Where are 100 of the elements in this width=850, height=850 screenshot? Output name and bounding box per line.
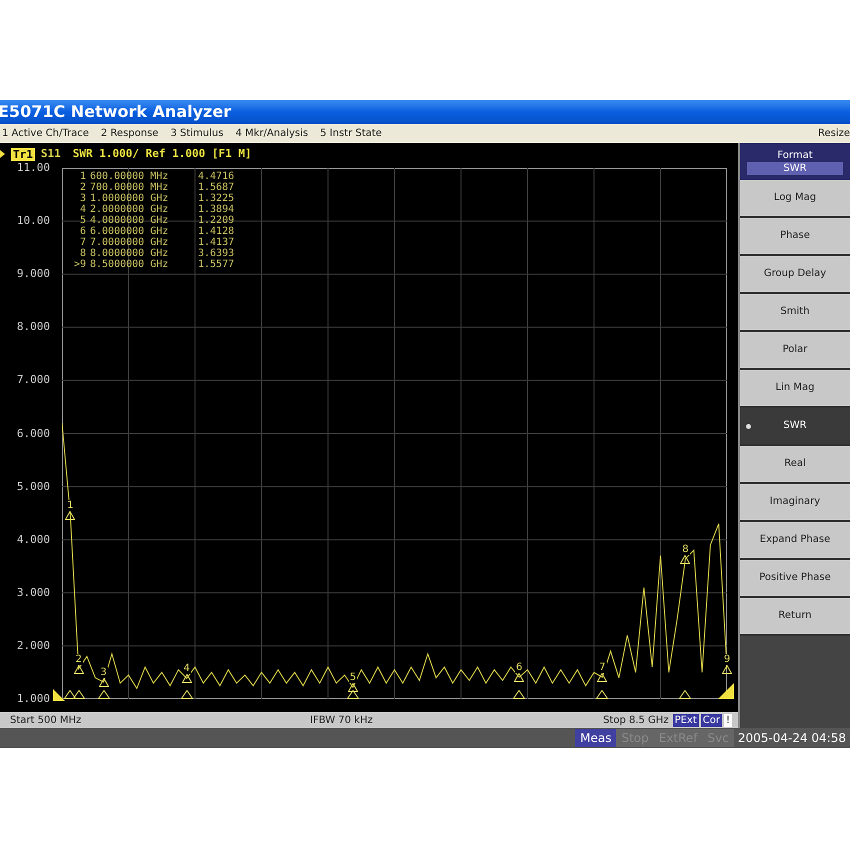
softkey-label: Polar [782,343,808,357]
marker-stimulus: 8.5000000 GHz [90,259,170,270]
y-axis-label: 5.000 [16,480,50,493]
trace-parameter: S11 [40,146,61,162]
active-trace-arrow-icon [0,150,5,158]
marker-stimulus: 1.0000000 GHz [90,193,170,204]
softkey-label: Group Delay [764,267,826,281]
marker-stimulus: 2.0000000 GHz [90,204,170,215]
softkey-label: Real [784,457,806,471]
marker-value: 4.4716 [198,171,234,182]
marker-icon [182,674,192,684]
instrument-status-item: Meas [575,729,616,747]
softkey-label: Smith [780,305,810,319]
y-axis-label: 6.000 [16,428,50,440]
stimulus-marker-icon [98,690,110,699]
marker-number: 7 [598,662,606,674]
y-axis-label: 8.000 [16,321,50,334]
marker-icon [597,673,608,682]
menu-item[interactable]: 1 Active Ch/Trace [2,126,89,141]
stimulus-marker-icon [180,690,193,699]
softkey-button[interactable]: Lin Mag [740,370,850,408]
marker-number: 2 [74,654,83,665]
softkey-button[interactable]: Phase [740,218,850,256]
menu-item[interactable]: 3 Stimulus [170,126,224,141]
marker-stimulus: 700.00000 MHz [90,182,170,193]
marker-index: 6 [78,226,87,237]
marker-value: 1.4137 [198,237,234,248]
marker-stimulus: 7.0000000 GHz [90,237,170,248]
marker-index: 2 [78,182,87,193]
softkey-label: Imaginary [770,495,820,509]
softkey-button[interactable]: Return [740,598,850,636]
y-axis-label: 3.000 [16,586,50,599]
softkey-button[interactable]: Polar [740,332,850,370]
status-badge: PExt [672,714,699,726]
marker-icon [98,678,109,687]
marker-index: 3 [78,193,87,204]
y-axis-label: 1.000 [16,693,50,705]
marker-icon [722,665,732,674]
scale-end-icon [718,683,734,699]
stimulus-marker-icon [596,690,608,699]
menu-item[interactable]: Resize [818,126,850,141]
softkey-button[interactable]: Real [740,446,850,484]
marker-stimulus: 600.00000 MHz [90,171,170,182]
softkey-label: Expand Phase [760,533,830,547]
softkey-button[interactable]: Expand Phase [740,522,850,560]
trace-settings-text: SWR 1.000/ Ref 1.000 [F1 M] [72,146,252,162]
marker-value: 1.3894 [198,204,234,215]
marker-index: 8 [78,248,87,259]
trace-label[interactable]: Tr1 [11,148,35,160]
marker-number: 3 [99,667,108,678]
marker-stimulus: 8.0000000 GHz [90,248,170,259]
softkey-label: Lin Mag [776,381,814,395]
softkey-button[interactable]: Group Delay [740,256,850,294]
marker-index: 1 [78,171,87,182]
marker-icon [680,554,690,564]
softkey-button[interactable]: Smith [740,294,850,332]
marker-number: 6 [515,662,524,674]
softkey-label: SWR [783,419,807,433]
softkey-label: Positive Phase [759,571,831,585]
marker-index: 7 [78,237,87,248]
status-badge: Cor [700,714,722,726]
menu-item[interactable]: 5 Instr State [320,126,382,141]
stimulus-marker-icon [346,690,359,699]
y-axis-label: 2.000 [16,640,50,652]
marker-icon [348,683,358,692]
y-axis-label: 4.000 [16,534,50,546]
softkey-button[interactable]: Log Mag [740,180,850,218]
marker-number: 1 [66,500,74,511]
softkey-label: Phase [780,229,810,243]
softkey-label: Log Mag [774,191,816,205]
softkey-button[interactable]: Positive Phase [740,560,850,598]
ifbw-setting: IFBW 70 kHz [310,714,373,728]
marker-stimulus: 4.0000000 GHz [90,215,170,226]
marker-index: >9 [72,259,87,270]
marker-icon [65,510,76,520]
stimulus-marker-icon [72,690,85,699]
marker-number: 8 [681,544,690,555]
y-axis-label: 10.00 [16,215,50,228]
menu-item[interactable]: 4 Mkr/Analysis [235,126,308,141]
softkey-button[interactable]: Imaginary [740,484,850,522]
y-axis-label: 7.000 [16,374,50,386]
menu-item[interactable]: 2 Response [100,126,158,141]
softkey-label: Return [778,609,812,623]
marker-value: 1.3225 [198,193,234,204]
marker-value: 3.6393 [198,248,234,259]
start-frequency: Start 500 MHz [10,714,82,728]
y-axis-label: 9.000 [16,268,50,280]
y-axis-label: 11.00 [16,162,50,174]
marker-stimulus: 6.0000000 GHz [90,226,170,237]
reference-level-icon [53,689,65,701]
stimulus-marker-icon [513,690,526,699]
marker-value: 1.4128 [198,226,234,237]
softkey-button[interactable]: SWR [740,408,850,446]
marker-value: 1.5687 [198,182,234,193]
marker-icon [74,664,84,674]
marker-value: 1.2209 [198,215,234,226]
marker-index: 5 [78,215,87,226]
stimulus-marker-icon [679,690,692,699]
stop-frequency: Stop 8.5 GHz [603,714,669,728]
marker-value: 1.5577 [198,259,234,270]
